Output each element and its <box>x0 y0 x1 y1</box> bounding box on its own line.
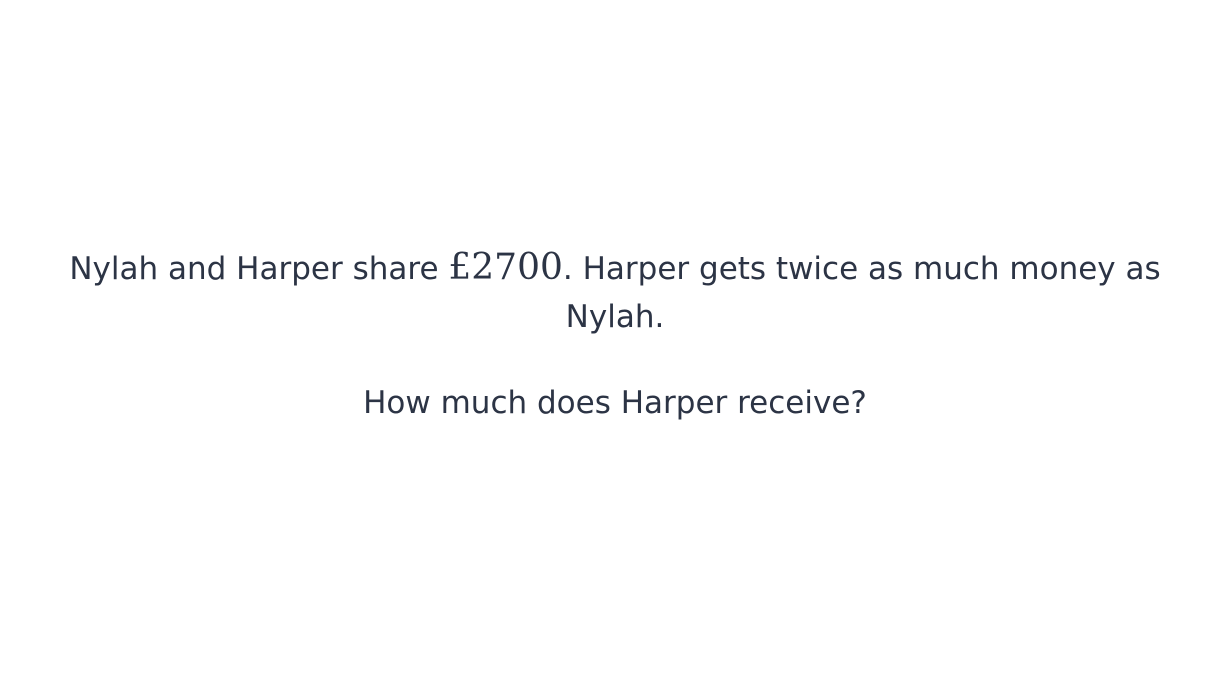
question-text: Nylah and Harper share £2700. Harper get… <box>0 244 1230 427</box>
question-prompt: How much does Harper receive? <box>363 385 867 421</box>
problem-statement: Nylah and Harper share £2700. Harper get… <box>30 244 1200 341</box>
statement-after: . Harper gets twice as much money as Nyl… <box>562 251 1161 335</box>
amount-math: £2700 <box>448 247 563 288</box>
question-page: Nylah and Harper share £2700. Harper get… <box>0 0 1230 673</box>
statement-before: Nylah and Harper share <box>69 251 449 287</box>
